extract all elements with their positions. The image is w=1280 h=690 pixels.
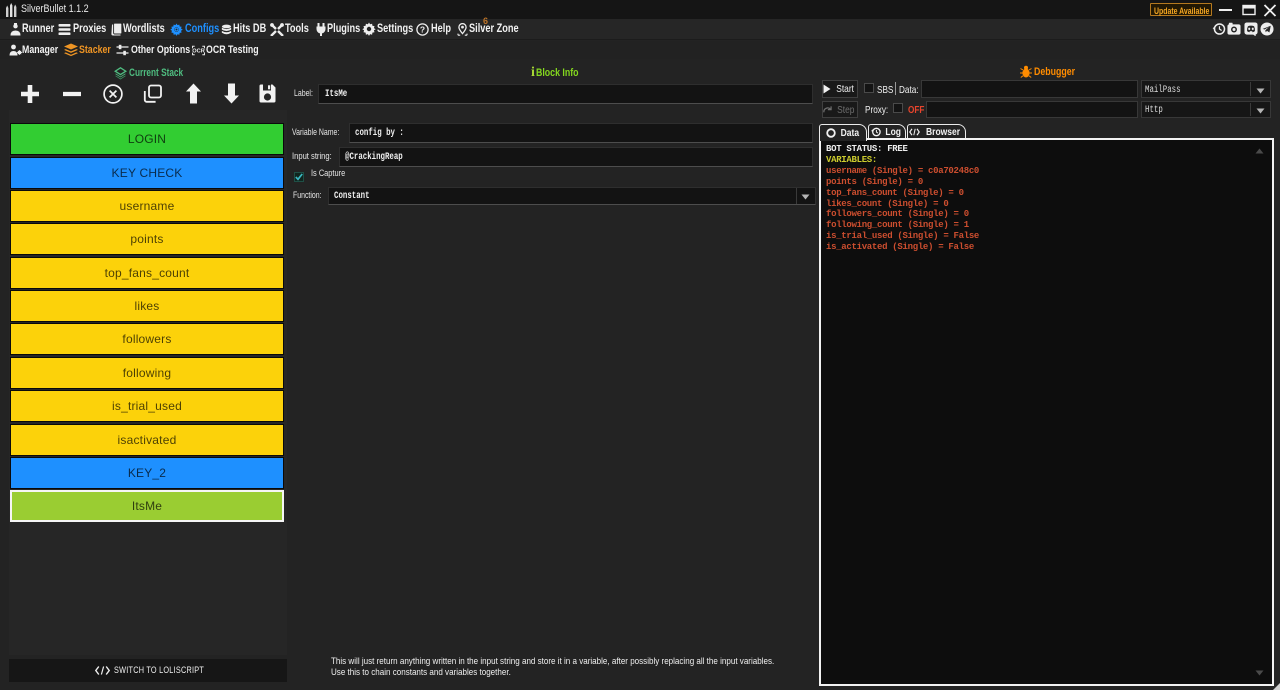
svg-text:?: ?	[420, 24, 425, 34]
svg-text:OCR: OCR	[192, 49, 205, 55]
